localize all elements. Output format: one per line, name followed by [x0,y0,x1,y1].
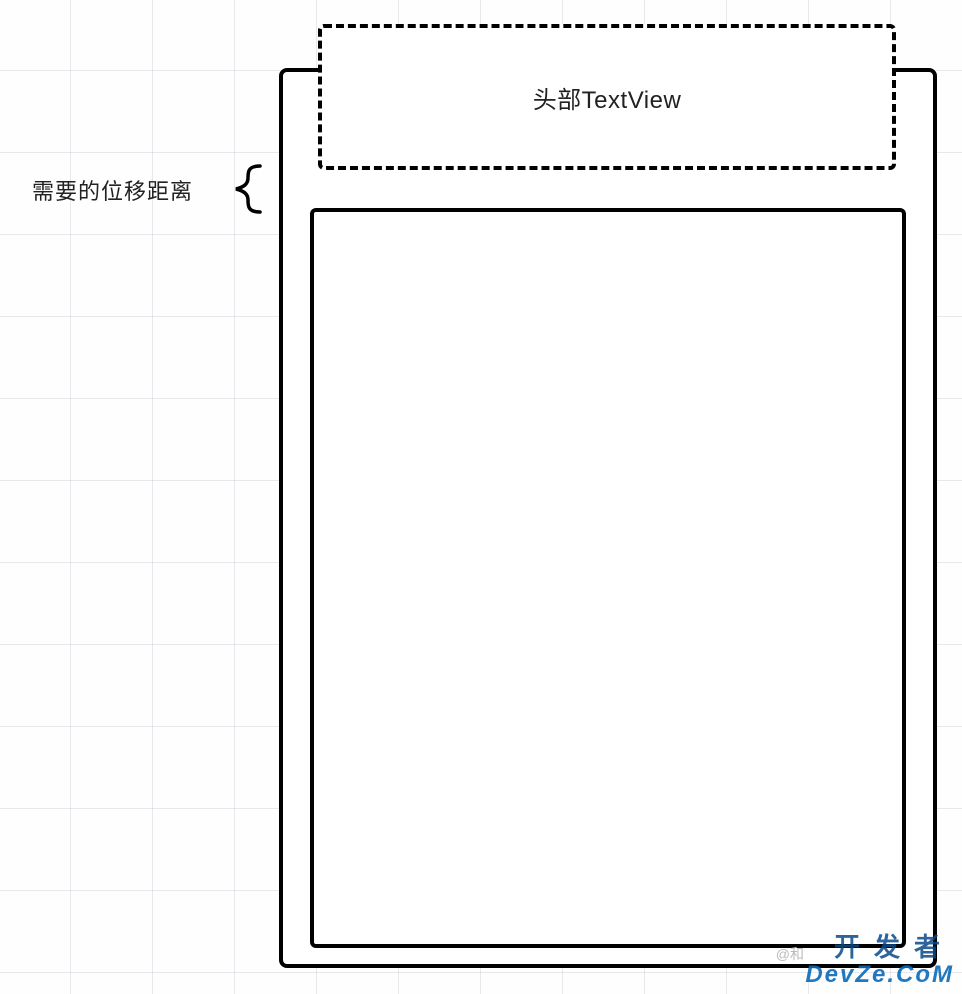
curly-brace-icon [220,164,270,214]
offset-distance-label: 需要的位移距离 [32,174,193,206]
inner-content-rect [310,208,906,948]
header-textview-box: 头部TextView [318,24,896,170]
header-textview-label: 头部TextView [533,80,682,115]
